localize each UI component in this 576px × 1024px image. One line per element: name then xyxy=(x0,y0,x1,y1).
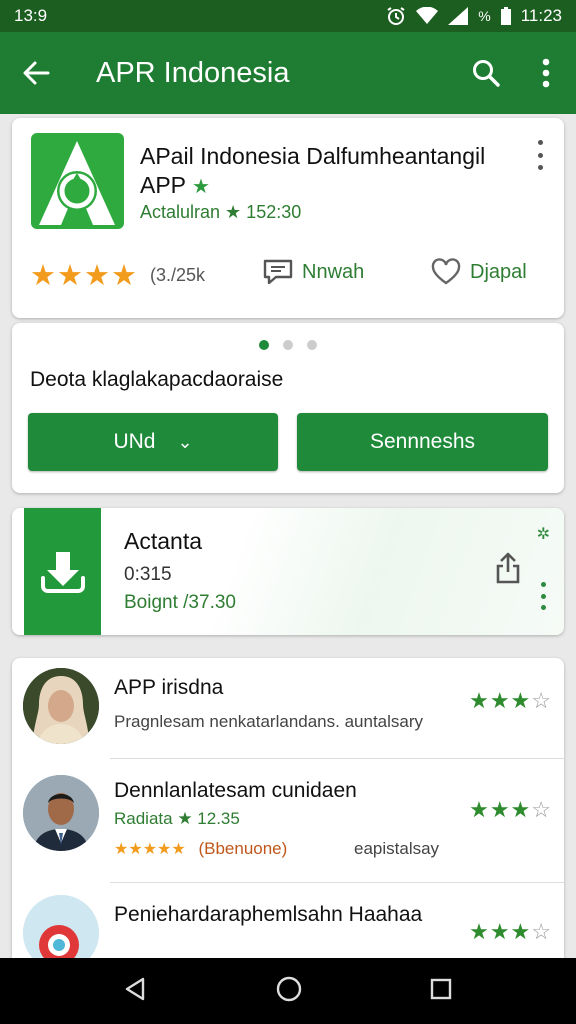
review-rating: ★★★☆ xyxy=(469,919,552,945)
more-dot-icon xyxy=(537,152,543,158)
status-bar: 13:9 % 11:23 xyxy=(0,0,576,32)
app-name: APail Indonesia Dalfumheantangil APP ★ xyxy=(140,142,520,202)
more-dot-icon xyxy=(540,593,546,599)
rating-stars: ★★★★ xyxy=(30,260,138,292)
share-icon[interactable] xyxy=(494,552,522,589)
undo-button[interactable]: UNd ⌄ xyxy=(28,413,278,471)
star-filled-icon: ★★★ xyxy=(469,688,532,713)
carousel-pager[interactable] xyxy=(12,340,564,350)
more-dot-icon xyxy=(540,605,546,610)
undo-button-label: UNd xyxy=(113,430,156,453)
star-empty-icon: ☆ xyxy=(531,797,552,822)
tag-heart-icon xyxy=(431,258,461,285)
search-button[interactable] xyxy=(456,32,516,114)
page-title: APR Indonesia xyxy=(96,56,290,89)
battery-percent: % xyxy=(478,8,491,24)
app-more-button[interactable] xyxy=(534,140,546,170)
review-right-text: eapistalsay xyxy=(354,839,440,858)
nav-home-button[interactable] xyxy=(275,975,303,1008)
arrow-left-icon xyxy=(23,61,50,85)
rating-count: (3./25k xyxy=(150,265,206,285)
reviews-card: APP irisdna Pragnlesam nenkatarlandans. … xyxy=(12,658,564,978)
app-bar: APR Indonesia xyxy=(0,32,576,114)
app-name-line1: APail Indonesia Dalfumheantangil xyxy=(140,143,486,169)
star-filled-icon: ★★★ xyxy=(469,919,532,944)
review-rating: ★★★☆ xyxy=(469,797,552,823)
app-name-line2: APP xyxy=(140,172,186,198)
download-time: 0:315 xyxy=(124,564,172,585)
back-button[interactable] xyxy=(0,32,72,114)
share-button-label: Sennneshs xyxy=(369,430,476,453)
review-rating: ★★★☆ xyxy=(469,688,552,714)
status-time-left: 13:9 xyxy=(14,6,48,25)
download-icon xyxy=(40,551,85,593)
system-nav-bar xyxy=(0,958,576,1024)
download-more-button[interactable] xyxy=(540,582,546,610)
overflow-menu-button[interactable] xyxy=(516,32,576,114)
verified-star-icon: ★ xyxy=(192,176,210,198)
review-sub-row: ★★★★★ (Bbenuone) xyxy=(114,839,287,859)
pager-dot[interactable] xyxy=(307,340,317,350)
review-small-stars: ★★★★★ xyxy=(114,841,186,858)
nav-recents-button[interactable] xyxy=(429,977,453,1006)
wishlist-action-label: Djapal xyxy=(470,260,527,283)
alarm-icon xyxy=(386,6,406,26)
status-time-right: 11:23 xyxy=(520,6,562,25)
back-triangle-icon xyxy=(125,977,145,1000)
cursor-icon: ⌄ xyxy=(177,431,193,452)
promo-text: Deota klaglakapacdaoraise xyxy=(30,368,284,391)
more-dot-icon xyxy=(540,582,546,587)
promo-card: Deota klaglakapacdaoraise UNd ⌄ Sennnesh… xyxy=(12,323,564,493)
more-dot-icon xyxy=(537,140,543,145)
review-title: Peniehardaraphemlsahn Haahaa xyxy=(114,903,423,926)
star-empty-icon: ☆ xyxy=(531,688,552,713)
signal-icon xyxy=(448,7,469,25)
download-card[interactable]: Actanta 0:315 Boignt /37.30 ✲ xyxy=(12,508,564,635)
review-action-label: Nnwah xyxy=(302,260,365,283)
search-icon xyxy=(473,60,500,87)
app-meta: Actalulran ★ 152:30 xyxy=(140,202,302,222)
avatar xyxy=(23,775,99,851)
review-text: Pragnlesam nenkatarlandans. auntalsary xyxy=(114,712,424,731)
pager-dot[interactable] xyxy=(283,340,293,350)
wifi-icon xyxy=(416,7,439,25)
review-action-button[interactable]: Nnwah xyxy=(262,258,364,286)
review-item[interactable]: Dennlanlatesam cunidaen Radiata ★ 12.35 … xyxy=(12,759,564,882)
avatar xyxy=(23,668,99,744)
battery-icon xyxy=(500,7,511,25)
star-empty-icon: ☆ xyxy=(531,919,552,944)
review-title: Dennlanlatesam cunidaen xyxy=(114,779,357,802)
review-meta: Radiata ★ 12.35 xyxy=(114,809,240,828)
download-status: Boignt /37.30 xyxy=(124,592,236,613)
status-icons: % 11:23 xyxy=(386,6,562,26)
pager-dot-active[interactable] xyxy=(259,340,269,350)
more-dot-icon xyxy=(537,165,543,170)
review-title: APP irisdna xyxy=(114,676,224,699)
download-panel[interactable] xyxy=(24,508,101,635)
share-button[interactable]: Sennneshs xyxy=(297,413,548,471)
app-logo xyxy=(31,133,124,229)
download-title: Actanta xyxy=(124,528,202,554)
review-tag: (Bbenuone) xyxy=(198,839,288,858)
comment-icon xyxy=(263,259,293,285)
recents-square-icon xyxy=(430,978,452,999)
star-filled-icon: ★★★ xyxy=(469,797,532,822)
review-item[interactable]: APP irisdna Pragnlesam nenkatarlandans. … xyxy=(12,658,564,758)
more-vert-icon xyxy=(542,58,550,88)
app-info-card: APail Indonesia Dalfumheantangil APP ★ A… xyxy=(12,118,564,318)
nav-back-button[interactable] xyxy=(123,976,149,1007)
home-circle-icon xyxy=(276,976,302,1001)
settings-icon[interactable]: ✲ xyxy=(537,524,550,544)
wishlist-action-button[interactable]: Djapal xyxy=(430,258,527,286)
